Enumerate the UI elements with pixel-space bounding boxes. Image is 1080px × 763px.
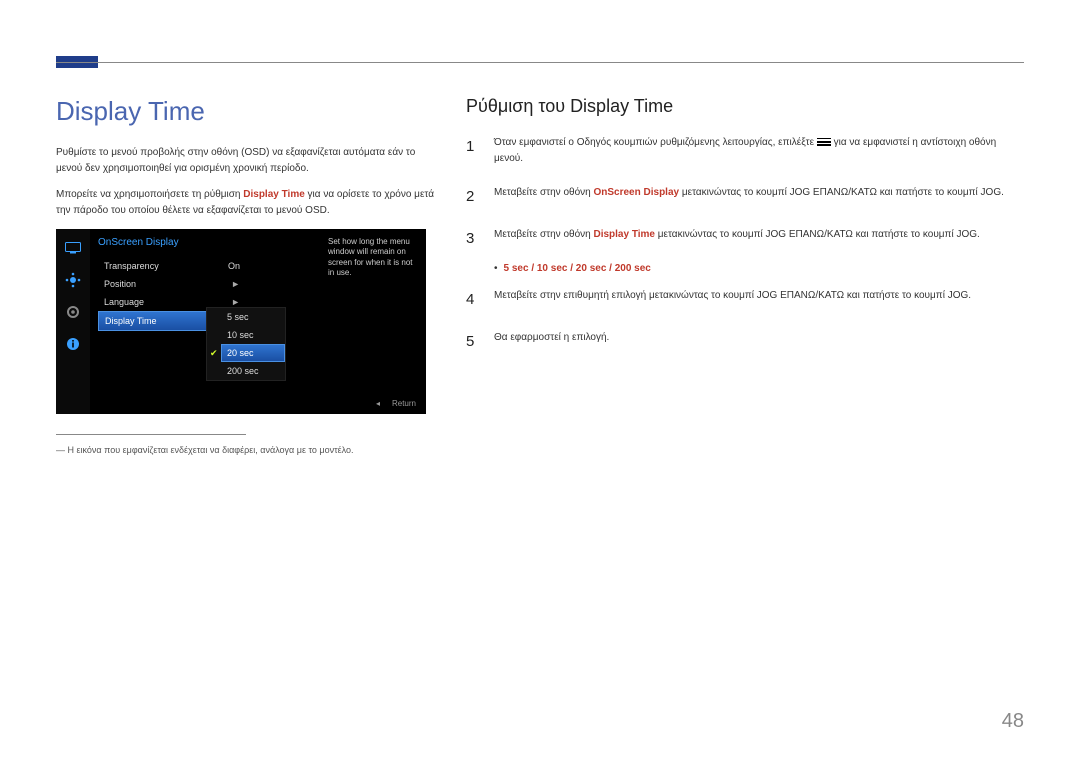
steps-list-2: 4 Μεταβείτε στην επιθυμητή επιλογή μετακ…	[466, 288, 1024, 354]
step-3: 3 Μεταβείτε στην οθόνη Display Time μετα…	[466, 227, 1024, 251]
right-column: Ρύθμιση του Display Time 1 Όταν εμφανιστ…	[466, 96, 1024, 455]
osd-row-label: Position	[104, 279, 136, 289]
step-text: μετακινώντας το κουμπί JOG ΕΠΑΝΩ/ΚΑΤΩ κα…	[679, 187, 1004, 198]
page-title: Display Time	[56, 96, 436, 127]
return-icon: ◂	[376, 399, 380, 408]
intro-paragraph-1: Ρυθμίστε το μενού προβολής στην οθόνη (O…	[56, 145, 436, 177]
bullet-icon: •	[494, 263, 498, 274]
osd-row-transparency: Transparency On	[98, 257, 248, 275]
osd-option: 10 sec	[221, 326, 285, 344]
osd-row-label: Transparency	[104, 261, 159, 271]
step-text: Μεταβείτε στην οθόνη	[494, 187, 593, 198]
osd-row-label: Display Time	[105, 316, 157, 326]
step-text: μετακινώντας το κουμπί JOG ΕΠΑΝΩ/ΚΑΤΩ κα…	[655, 229, 980, 240]
intro-2-highlight: Display Time	[243, 189, 305, 200]
step-number: 5	[466, 330, 480, 354]
page: Display Time Ρυθμίστε το μενού προβολής …	[0, 0, 1080, 763]
step-text: Μεταβείτε στην οθόνη	[494, 229, 593, 240]
footnote: ― Η εικόνα που εμφανίζεται ενδέχεται να …	[56, 445, 436, 455]
osd-return-label: Return	[392, 399, 416, 408]
osd-option: 5 sec	[221, 308, 285, 326]
step-4: 4 Μεταβείτε στην επιθυμητή επιλογή μετακ…	[466, 288, 1024, 312]
chevron-right-icon: ►	[231, 279, 240, 289]
step-text: Όταν εμφανιστεί ο Οδηγός κουμπιών ρυθμιζ…	[494, 137, 817, 148]
header-rule	[56, 62, 1024, 63]
step-2: 2 Μεταβείτε στην οθόνη OnScreen Display …	[466, 185, 1024, 209]
step-body: Μεταβείτε στην επιθυμητή επιλογή μετακιν…	[494, 288, 971, 312]
content-columns: Display Time Ρυθμίστε το μενού προβολής …	[56, 96, 1024, 455]
left-column: Display Time Ρυθμίστε το μενού προβολής …	[56, 96, 436, 455]
step-number: 3	[466, 227, 480, 251]
osd-options-popup: 5 sec 10 sec 20 sec 200 sec	[206, 307, 286, 381]
osd-screenshot: OnScreen Display Transparency On Position…	[56, 229, 426, 414]
section-title: Ρύθμιση του Display Time	[466, 96, 1024, 117]
step-5: 5 Θα εφαρμοστεί η επιλογή.	[466, 330, 1024, 354]
info-icon	[64, 335, 82, 353]
osd-row-position: Position ►	[98, 275, 248, 293]
osd-option-selected: 20 sec	[221, 344, 285, 362]
step-number: 1	[466, 135, 480, 167]
footnote-text: Η εικόνα που εμφανίζεται ενδέχεται να δι…	[68, 445, 354, 455]
monitor-icon	[64, 239, 82, 257]
picture-icon	[64, 271, 82, 289]
step-body: Θα εφαρμοστεί η επιλογή.	[494, 330, 609, 354]
footnote-rule	[56, 434, 246, 435]
step-body: Μεταβείτε στην οθόνη Display Time μετακι…	[494, 227, 980, 251]
gear-icon	[64, 303, 82, 321]
step-body: Όταν εμφανιστεί ο Οδηγός κουμπιών ρυθμιζ…	[494, 135, 1024, 167]
steps-list: 1 Όταν εμφανιστεί ο Οδηγός κουμπιών ρυθμ…	[466, 135, 1024, 251]
osd-return: ◂ Return	[376, 399, 416, 408]
menu-icon	[817, 138, 831, 147]
page-number: 48	[1002, 710, 1024, 733]
osd-sidebar	[56, 229, 90, 414]
osd-option: 200 sec	[221, 362, 285, 380]
options-bullet: • 5 sec / 10 sec / 20 sec / 200 sec	[494, 263, 1024, 274]
step-1: 1 Όταν εμφανιστεί ο Οδηγός κουμπιών ρυθμ…	[466, 135, 1024, 167]
step-number: 2	[466, 185, 480, 209]
intro-paragraph-2: Μπορείτε να χρησιμοποιήσετε τη ρύθμιση D…	[56, 187, 436, 219]
options-text: 5 sec / 10 sec / 20 sec / 200 sec	[504, 263, 651, 274]
osd-row-value: On	[228, 261, 240, 271]
step-highlight: OnScreen Display	[593, 187, 679, 198]
step-number: 4	[466, 288, 480, 312]
chevron-right-icon: ►	[231, 297, 240, 307]
osd-row-label: Language	[104, 297, 144, 307]
step-body: Μεταβείτε στην οθόνη OnScreen Display με…	[494, 185, 1004, 209]
osd-header: OnScreen Display	[98, 237, 179, 248]
intro-2a: Μπορείτε να χρησιμοποιήσετε τη ρύθμιση	[56, 189, 243, 200]
step-highlight: Display Time	[593, 229, 655, 240]
osd-help-tip: Set how long the menu window will remain…	[328, 237, 418, 279]
